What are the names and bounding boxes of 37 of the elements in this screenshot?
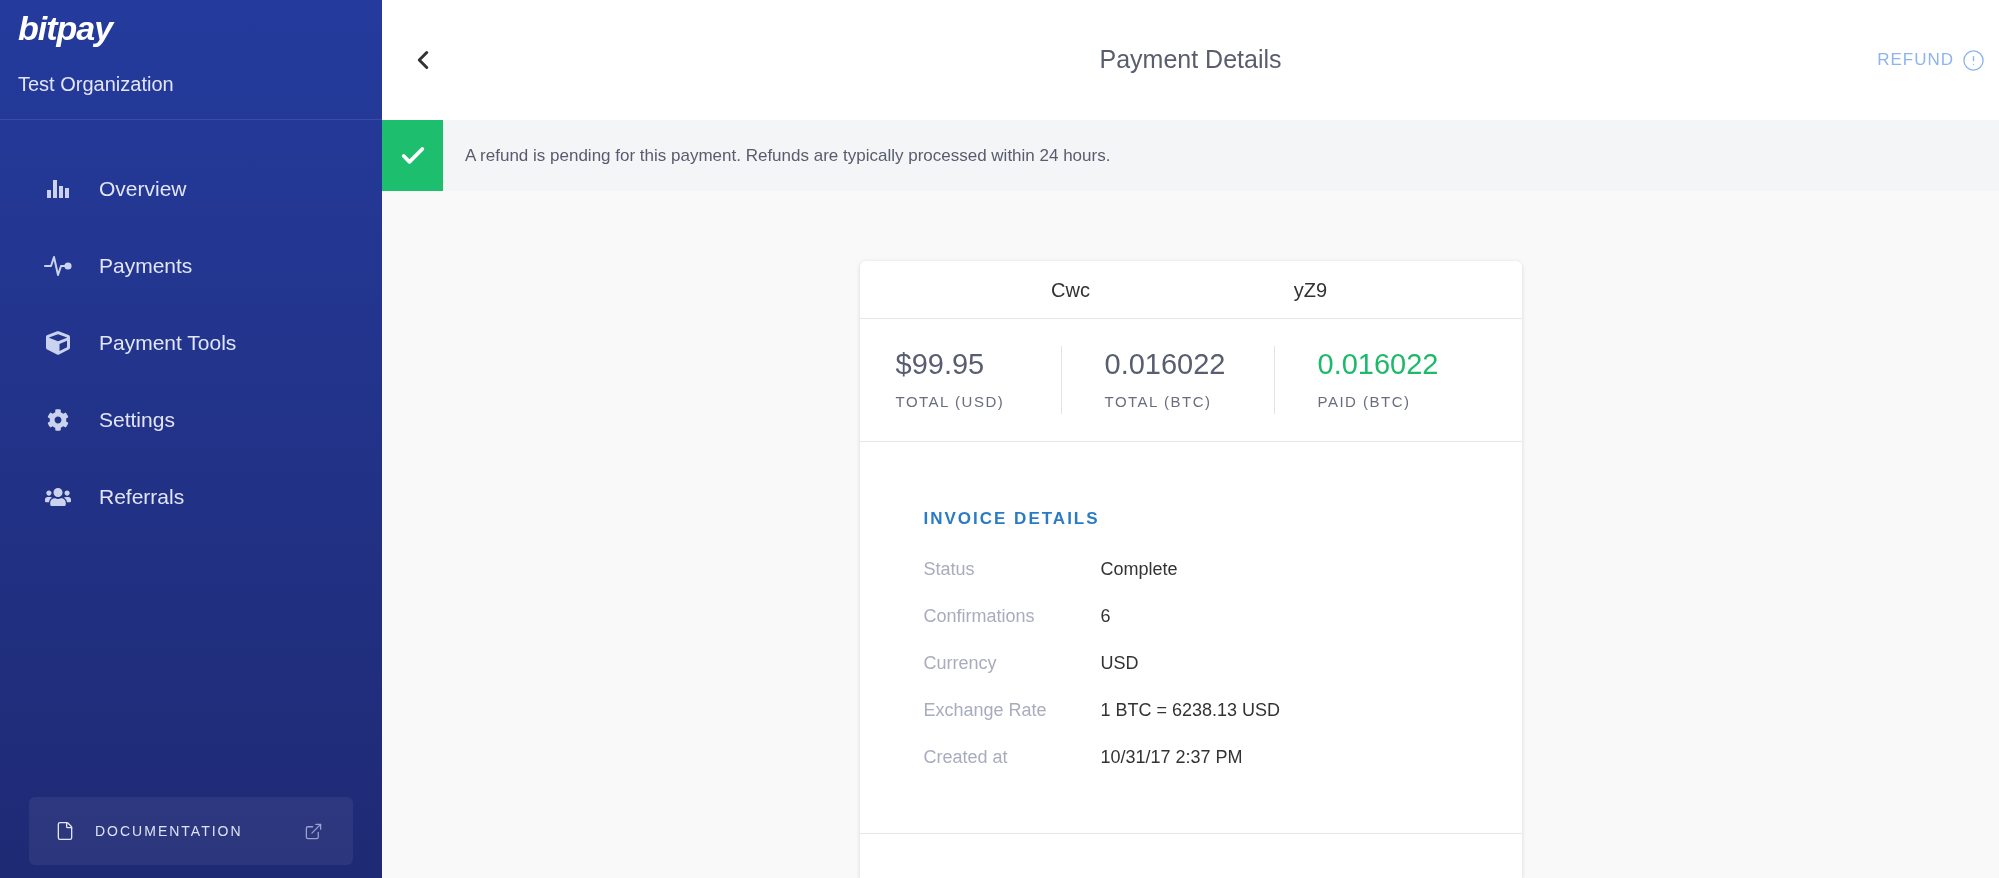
nav-item[interactable]: Settings (0, 381, 195, 458)
settings-icon (47, 408, 69, 431)
cube-icon (46, 330, 70, 355)
logo-text: bitpay (18, 8, 113, 48)
nav-item[interactable]: Overview (0, 150, 207, 227)
detail-label: Currency (923, 652, 997, 675)
detail-label: Created at (923, 746, 1008, 769)
amount-value: $99.95 (895, 346, 985, 381)
nav-item[interactable]: Payments (0, 227, 213, 304)
detail-value: 6 (1100, 605, 1111, 628)
header-label: Cwc (1051, 277, 1090, 303)
organization-name: Test Organization (18, 72, 174, 96)
amount-label: TOTAL (BTC) (1104, 391, 1212, 412)
detail-value: 1 BTC = 6238.13 USD (1100, 699, 1281, 722)
notice-text: A refund is pending for this payment. Refunds are typically processed within 24 hours. (465, 144, 1111, 167)
amount-label: TOTAL (USD) (895, 391, 1005, 412)
detail-value: USD (1100, 652, 1139, 675)
section-title: INVOICE DETAILS (923, 508, 1100, 530)
documentation-button[interactable]: DOCUMENTATION (29, 797, 353, 865)
nav-item[interactable]: Referrals (0, 458, 205, 535)
amount-value: 0.016022 (1317, 346, 1439, 381)
header-label: yZ9 (1293, 277, 1328, 303)
document-icon (55, 819, 75, 843)
detail-label: Confirmations (923, 605, 1035, 628)
detail-value: 10/31/17 2:37 PM (1100, 746, 1243, 769)
external-link-icon (304, 821, 323, 841)
detail-value: Complete (1100, 558, 1178, 581)
alert-circle-icon (1962, 48, 1985, 72)
amount-label: PAID (BTC) (1317, 391, 1411, 412)
pulse-icon (44, 254, 72, 277)
people-icon (45, 485, 71, 508)
amount-value: 0.016022 (1104, 346, 1226, 381)
nav-item[interactable]: Payment Tools (0, 304, 257, 381)
page-title: Payment Details (1099, 44, 1282, 76)
detail-label: Status (923, 558, 975, 581)
detail-label: Exchange Rate (923, 699, 1047, 722)
bar-chart-icon (47, 179, 69, 198)
